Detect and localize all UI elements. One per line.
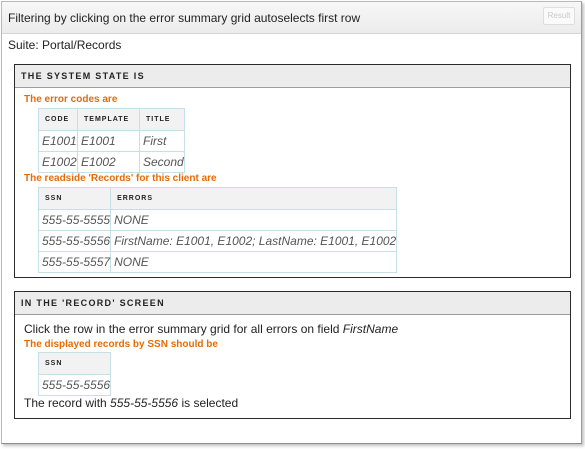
column-header-code: CODE [38,108,78,131]
cell-title: First [139,130,185,152]
record-screen-section: IN THE 'RECORD' SCREEN Click the row in … [14,291,571,419]
table-row: 555-55-5557 NONE [37,251,398,273]
displayed-records-label: The displayed records by SSN should be [24,339,218,350]
column-header-template: TEMPLATE [77,108,140,131]
column-header-ssn: SSN [37,187,112,210]
column-header-errors: ERRORS [110,187,398,210]
selected-prefix: The record with [24,396,111,410]
cell-title: Second [139,151,185,173]
system-state-heading: THE SYSTEM STATE IS [15,65,570,88]
selected-record-text: The record with 555-55-5556 is selected [24,396,238,410]
cell-template: E1001 [77,130,140,152]
error-codes-label: The error codes are [24,94,118,105]
table-row: 555-55-5555 NONE [37,209,398,231]
test-spec-window: Filtering by clicking on the error summa… [1,1,582,444]
result-button[interactable]: Result [543,7,575,25]
displayed-ssn-table: SSN 555-55-5556 [37,352,112,396]
table-header-row: CODE TEMPLATE TITLE [38,108,185,131]
system-state-section: THE SYSTEM STATE IS The error codes are … [14,64,571,278]
table-header-row: SSN [37,352,112,375]
selected-suffix: is selected [178,396,239,410]
page-title: Filtering by clicking on the error summa… [8,11,361,25]
record-screen-heading: IN THE 'RECORD' SCREEN [15,292,570,315]
instruction-text: Click the row in the error summary grid … [24,322,398,336]
cell-ssn: 555-55-5557 [37,251,112,273]
cell-errors: NONE [110,209,398,231]
cell-errors: FirstName: E1001, E1002; LastName: E1001… [110,230,398,252]
cell-code: E1001 [38,130,78,152]
cell-template: E1002 [77,151,140,173]
selected-ssn: 555-55-5556 [110,396,179,410]
table-row: E1001 E1001 First [38,130,185,152]
suite-label: Suite: Portal/Records [8,38,122,52]
title-bar: Filtering by clicking on the error summa… [2,2,581,34]
instruction-field: FirstName [342,322,399,336]
table-header-row: SSN ERRORS [37,187,398,210]
cell-ssn: 555-55-5555 [37,209,112,231]
records-table: SSN ERRORS 555-55-5555 NONE 555-55-5556 … [37,187,398,273]
instruction-prefix: Click the row in the error summary grid … [24,322,343,336]
column-header-ssn: SSN [37,352,112,375]
cell-ssn: 555-55-5556 [37,374,112,396]
cell-ssn: 555-55-5556 [37,230,112,252]
error-codes-table: CODE TEMPLATE TITLE E1001 E1001 First E1… [38,108,185,173]
cell-code: E1002 [38,151,78,173]
cell-errors: NONE [110,251,398,273]
column-header-title: TITLE [139,108,185,131]
table-row: E1002 E1002 Second [38,151,185,173]
table-row: 555-55-5556 [37,374,112,396]
table-row: 555-55-5556 FirstName: E1001, E1002; Las… [37,230,398,252]
records-label: The readside 'Records' for this client a… [24,173,217,184]
